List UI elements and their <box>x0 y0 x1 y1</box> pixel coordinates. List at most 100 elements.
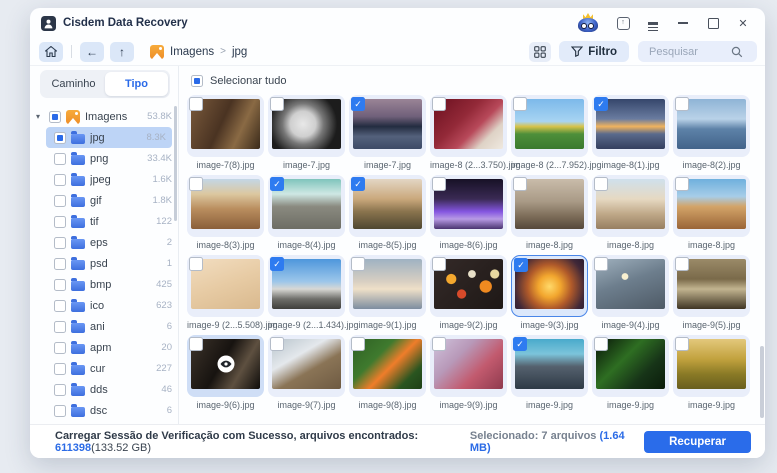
sidebar-item-imagens[interactable]: ▾ Imagens 53.8K <box>30 106 178 127</box>
file-item[interactable]: image-7.jpg <box>268 95 345 170</box>
type-checkbox[interactable] <box>54 321 66 333</box>
type-checkbox[interactable] <box>54 153 66 165</box>
file-item[interactable]: image-9 (2...1.434).jpg <box>268 255 345 330</box>
caret-down-icon[interactable]: ▾ <box>36 112 44 121</box>
file-checkbox[interactable] <box>351 337 365 351</box>
tab-caminho[interactable]: Caminho <box>42 72 105 96</box>
file-checkbox[interactable] <box>675 337 689 351</box>
file-checkbox[interactable] <box>189 97 203 111</box>
search-icon[interactable] <box>731 46 743 58</box>
file-checkbox[interactable] <box>675 97 689 111</box>
file-item[interactable]: image-9(7).jpg <box>268 335 345 410</box>
file-item[interactable]: image-8(2).jpg <box>673 95 750 170</box>
type-checkbox[interactable] <box>54 174 66 186</box>
file-checkbox[interactable] <box>513 177 527 191</box>
sidebar-item-jpeg[interactable]: jpeg1.6K <box>30 169 178 190</box>
type-checkbox[interactable] <box>54 216 66 228</box>
feedback-icon[interactable]: ↑ <box>616 16 630 30</box>
file-item[interactable]: image-9.jpg <box>592 335 669 410</box>
sidebar-item-png[interactable]: png33.4K <box>30 148 178 169</box>
file-checkbox[interactable] <box>594 337 608 351</box>
file-item[interactable]: image-9 (2...5.508).jpg <box>187 255 264 330</box>
sidebar-item-ani[interactable]: ani6 <box>30 316 178 337</box>
file-checkbox[interactable] <box>594 177 608 191</box>
sidebar-item-apm[interactable]: apm20 <box>30 337 178 358</box>
file-checkbox[interactable] <box>514 258 528 272</box>
type-checkbox[interactable] <box>54 363 66 375</box>
grid-view-button[interactable] <box>529 42 551 62</box>
breadcrumb-root[interactable]: Imagens <box>170 46 214 58</box>
up-button[interactable]: ↑ <box>110 42 134 62</box>
file-item[interactable]: image-8(3).jpg <box>187 175 264 250</box>
file-item[interactable]: image-7(8).jpg <box>187 95 264 170</box>
type-checkbox[interactable] <box>54 237 66 249</box>
sidebar-item-dds[interactable]: dds46 <box>30 379 178 400</box>
file-checkbox[interactable] <box>189 177 203 191</box>
file-item[interactable]: image-9(3).jpg <box>511 255 588 330</box>
promo-badge-icon[interactable] <box>576 13 600 33</box>
file-item[interactable]: image-9(5).jpg <box>673 255 750 330</box>
type-checkbox[interactable] <box>54 405 66 417</box>
file-item[interactable]: image-9(6).jpg <box>187 335 264 410</box>
file-item[interactable]: image-8 (2...7.952).jpg <box>511 95 588 170</box>
file-checkbox[interactable] <box>675 177 689 191</box>
file-item[interactable]: image-8(4).jpg <box>268 175 345 250</box>
type-checkbox[interactable] <box>54 258 66 270</box>
file-checkbox[interactable] <box>594 97 608 111</box>
file-item[interactable]: image-8.jpg <box>511 175 588 250</box>
menu-icon[interactable] <box>646 16 660 30</box>
file-item[interactable]: image-8(1).jpg <box>592 95 669 170</box>
sidebar-item-eps[interactable]: eps2 <box>30 232 178 253</box>
file-checkbox[interactable] <box>351 257 365 271</box>
back-button[interactable]: ← <box>80 42 104 62</box>
type-checkbox[interactable] <box>54 384 66 396</box>
file-item[interactable]: image-9.jpg <box>673 335 750 410</box>
file-item[interactable]: image-8 (2...3.750).jpg <box>430 95 507 170</box>
file-checkbox[interactable] <box>594 257 608 271</box>
file-checkbox[interactable] <box>270 177 284 191</box>
search-box[interactable] <box>638 41 757 62</box>
breadcrumb-current[interactable]: jpg <box>232 46 247 58</box>
sidebar-scrollbar[interactable] <box>174 106 177 221</box>
sidebar-item-ico[interactable]: ico623 <box>30 295 178 316</box>
file-checkbox[interactable] <box>675 257 689 271</box>
grid-scrollbar[interactable] <box>760 346 764 418</box>
file-checkbox[interactable] <box>432 177 446 191</box>
file-checkbox[interactable] <box>432 97 446 111</box>
minimize-icon[interactable] <box>676 16 690 30</box>
file-item[interactable]: image-8.jpg <box>592 175 669 250</box>
filter-button[interactable]: Filtro <box>559 41 629 62</box>
sidebar-item-gif[interactable]: gif1.8K <box>30 190 178 211</box>
file-item[interactable]: image-9(2).jpg <box>430 255 507 330</box>
tab-tipo[interactable]: Tipo <box>105 72 168 96</box>
file-item[interactable]: image-8.jpg <box>673 175 750 250</box>
type-checkbox[interactable] <box>49 111 61 123</box>
preview-eye-icon[interactable] <box>217 355 235 373</box>
recover-button[interactable]: Recuperar <box>644 431 751 453</box>
file-checkbox[interactable] <box>270 257 284 271</box>
sidebar-item-tif[interactable]: tif122 <box>30 211 178 232</box>
type-checkbox[interactable] <box>54 279 66 291</box>
maximize-icon[interactable] <box>706 16 720 30</box>
file-item[interactable]: image-7.jpg <box>349 95 426 170</box>
sidebar-item-bmp[interactable]: bmp425 <box>30 274 178 295</box>
file-item[interactable]: image-9(1).jpg <box>349 255 426 330</box>
type-checkbox[interactable] <box>54 342 66 354</box>
file-checkbox[interactable] <box>270 337 284 351</box>
sidebar-item-jpg[interactable]: jpg8.3K <box>46 127 172 148</box>
file-item[interactable]: image-8(5).jpg <box>349 175 426 250</box>
close-icon[interactable]: ✕ <box>736 16 750 30</box>
sidebar-item-psd[interactable]: psd1 <box>30 253 178 274</box>
sidebar-item-dsc[interactable]: dsc6 <box>30 400 178 421</box>
file-checkbox[interactable] <box>189 337 203 351</box>
file-checkbox[interactable] <box>189 257 203 271</box>
file-checkbox[interactable] <box>351 97 365 111</box>
file-checkbox[interactable] <box>270 97 284 111</box>
type-checkbox[interactable] <box>54 300 66 312</box>
sidebar-item-cur[interactable]: cur227 <box>30 358 178 379</box>
select-all-checkbox[interactable] <box>191 75 203 87</box>
file-item[interactable]: image-9(9).jpg <box>430 335 507 410</box>
file-item[interactable]: image-9(8).jpg <box>349 335 426 410</box>
type-checkbox[interactable] <box>54 132 66 144</box>
file-checkbox[interactable] <box>432 337 446 351</box>
